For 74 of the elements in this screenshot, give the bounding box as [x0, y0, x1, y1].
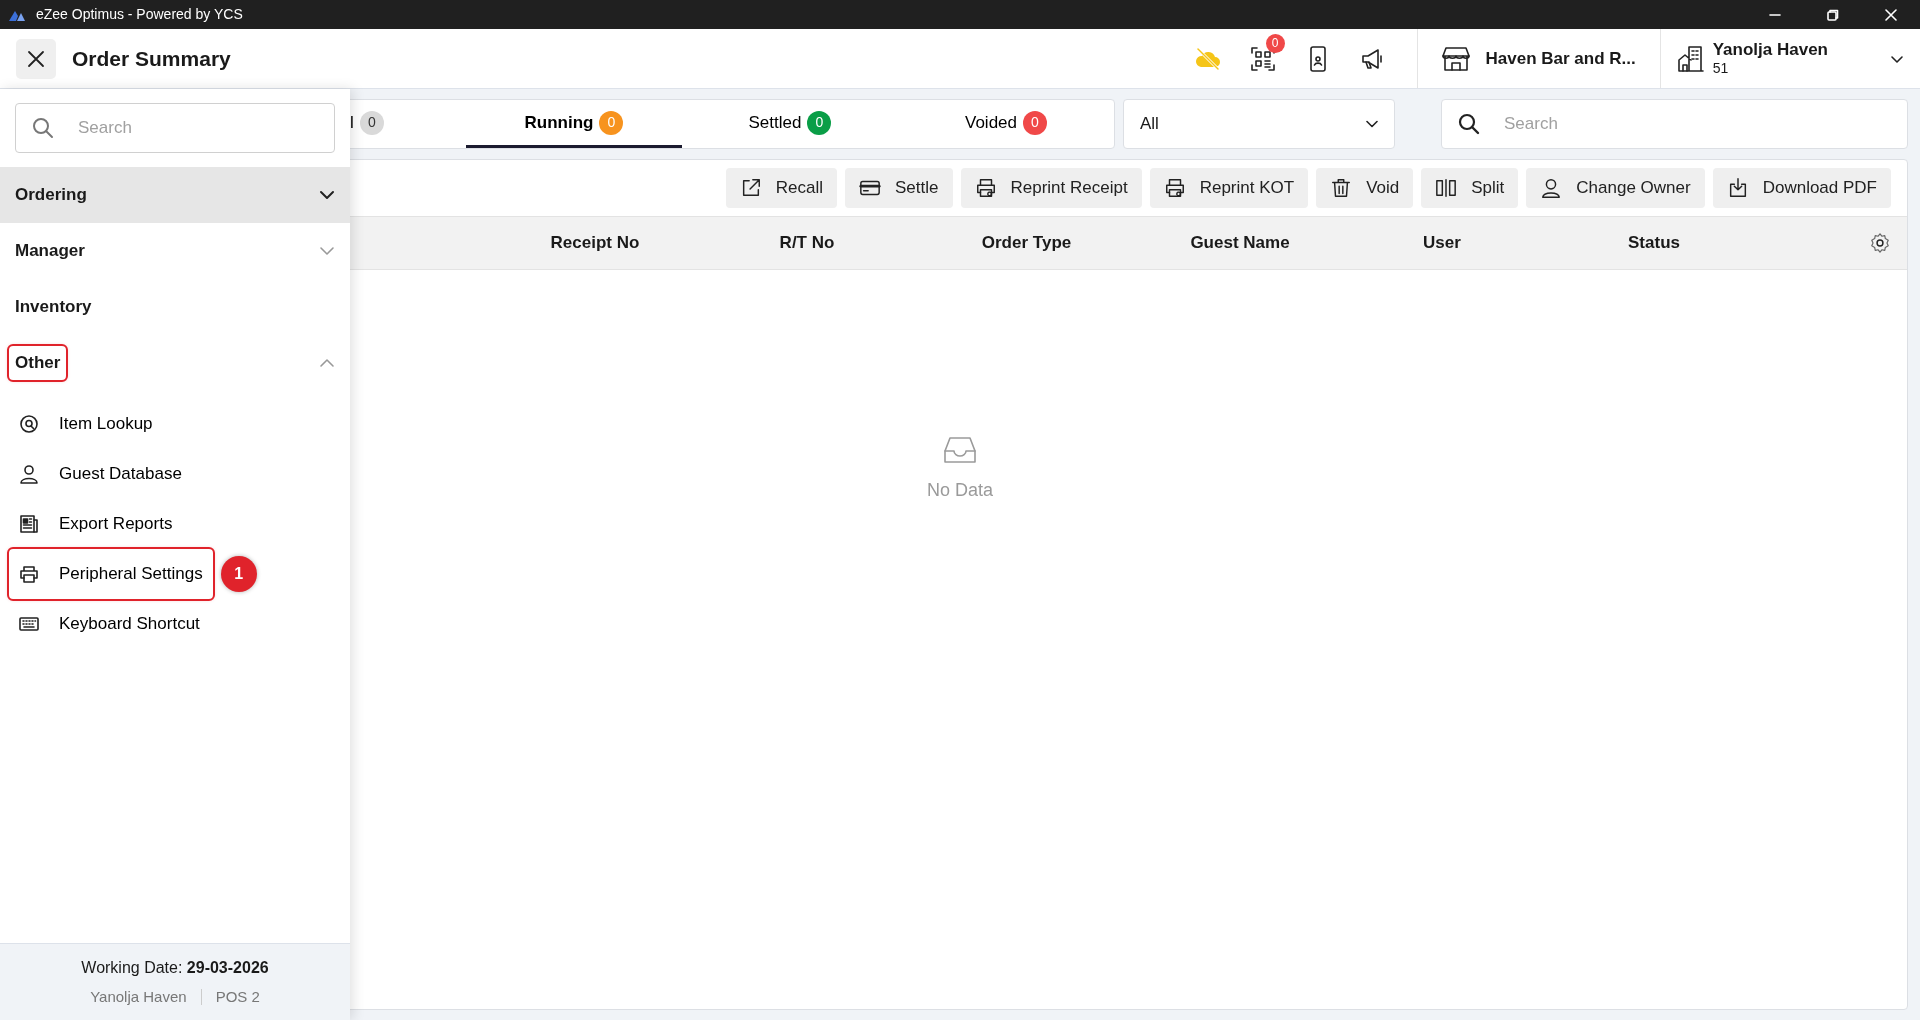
- settings-icon[interactable]: [1869, 232, 1891, 254]
- window-title: eZee Optimus - Powered by YCS: [36, 5, 243, 24]
- split-columns-icon: [1435, 177, 1458, 199]
- store-icon: [1441, 45, 1470, 72]
- chevron-down-icon: [1366, 120, 1378, 128]
- document-icon: [19, 514, 39, 534]
- printer-icon: [19, 564, 39, 584]
- printer-icon: [974, 177, 997, 199]
- close-icon[interactable]: [1885, 8, 1897, 21]
- search-icon: [32, 117, 54, 139]
- menu-group[interactable]: Inventory: [0, 279, 350, 335]
- user-icon: [1540, 177, 1563, 199]
- step-number-badge: 1: [220, 556, 257, 592]
- chevron-up-icon: [319, 358, 335, 368]
- property-name[interactable]: Yanolja Haven: [1712, 39, 1828, 61]
- notification-badge: 0: [1265, 33, 1285, 53]
- count-badge: 0: [359, 110, 384, 135]
- menu-item[interactable]: Guest Database: [9, 449, 192, 499]
- outlet-name: Yanolja Haven: [90, 986, 187, 1007]
- building-icon: [1676, 44, 1705, 73]
- column-header: Receipt No: [549, 232, 641, 255]
- search-input[interactable]: Search: [76, 114, 318, 142]
- page-title: Order Summary: [72, 45, 231, 72]
- column-header: Status: [1627, 232, 1681, 255]
- search-input[interactable]: Search: [1502, 110, 1891, 138]
- empty-inbox-icon: [943, 435, 977, 465]
- trash-icon: [1330, 177, 1353, 199]
- status-tab[interactable]: l 0: [350, 100, 466, 148]
- close-icon: [27, 49, 45, 68]
- search-icon: [1458, 113, 1480, 135]
- column-header: Order Type: [980, 232, 1073, 255]
- chevron-down-icon: [319, 246, 335, 256]
- printer-icon: [1163, 177, 1186, 199]
- menu-item[interactable]: Export Reports: [9, 499, 183, 549]
- empty-state-text: No Data: [926, 479, 993, 502]
- toolbar-button[interactable]: Void: [1316, 168, 1414, 208]
- restore-icon[interactable]: [1827, 8, 1839, 21]
- status-tab[interactable]: Running 0: [466, 100, 682, 148]
- chevron-down-icon: [319, 190, 335, 200]
- search-box[interactable]: Search: [15, 103, 335, 153]
- chevron-down-icon[interactable]: [1890, 53, 1904, 64]
- menu-item[interactable]: Item Lookup: [9, 399, 163, 449]
- count-badge: 0: [807, 110, 832, 135]
- menu-item[interactable]: Peripheral Settings: [9, 549, 213, 599]
- count-badge: 0: [599, 110, 624, 135]
- column-header: Guest Name: [1189, 232, 1291, 255]
- close-button[interactable]: [16, 38, 56, 79]
- property-code: 51: [1712, 60, 1730, 78]
- mobile-phone-icon[interactable]: [1309, 45, 1327, 72]
- toolbar-button[interactable]: Recall: [725, 168, 837, 208]
- menu-group[interactable]: Manager: [0, 223, 350, 279]
- toolbar-button[interactable]: Reprint Receipt: [960, 168, 1142, 208]
- toolbar-button[interactable]: Change Owner: [1526, 168, 1705, 208]
- filter-dropdown[interactable]: All: [1123, 99, 1395, 149]
- outlet-name[interactable]: Haven Bar and R...: [1485, 45, 1636, 72]
- menu-item[interactable]: Keyboard Shortcut: [9, 599, 210, 649]
- search-box[interactable]: Search: [1441, 99, 1908, 149]
- terminal-name: POS 2: [215, 986, 260, 1007]
- search-circle-icon: [19, 414, 39, 434]
- status-tab[interactable]: Voided 0: [898, 100, 1114, 148]
- qr-code-icon[interactable]: [1250, 45, 1276, 72]
- working-date: Working Date: 29-03-2026: [81, 957, 269, 978]
- toolbar-button[interactable]: Settle: [845, 168, 953, 208]
- toolbar-button[interactable]: Download PDF: [1712, 168, 1891, 208]
- menu-group[interactable]: Other: [0, 335, 350, 391]
- keyboard-icon: [19, 614, 39, 634]
- status-tab[interactable]: Settled 0: [682, 100, 898, 148]
- column-header: R/T No: [778, 232, 836, 255]
- user-icon: [19, 464, 39, 484]
- menu-group[interactable]: Ordering: [0, 167, 350, 223]
- count-badge: 0: [1023, 110, 1047, 135]
- toolbar-button[interactable]: Split: [1421, 168, 1519, 208]
- column-header: User: [1422, 232, 1462, 255]
- toolbar-button[interactable]: Reprint KOT: [1149, 168, 1309, 208]
